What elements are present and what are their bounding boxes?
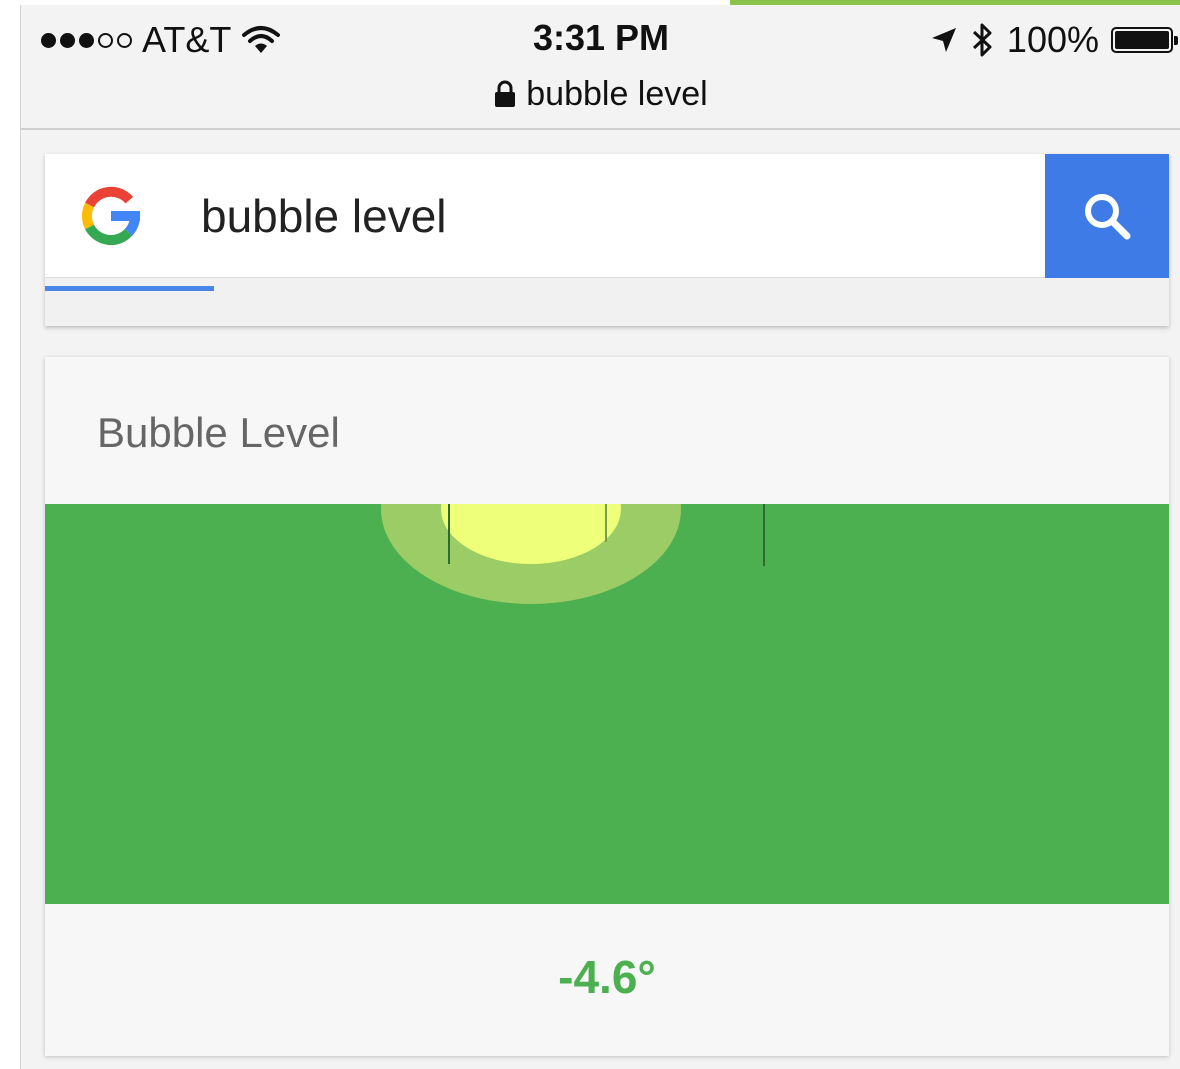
search-box [45, 154, 1169, 326]
bubble-level-card: Bubble Level -4.6° [45, 357, 1169, 1056]
widget-title: Bubble Level [97, 409, 340, 456]
battery-percent: 100% [1006, 19, 1099, 60]
page-load-progress [45, 286, 1169, 291]
battery-icon [1111, 27, 1178, 53]
page-load-progress-fill [45, 286, 214, 291]
search-button[interactable] [1045, 154, 1169, 278]
search-input[interactable] [201, 178, 1021, 254]
search-row [45, 154, 1169, 278]
status-right: 100% [929, 15, 1178, 65]
lock-icon [494, 80, 516, 108]
location-arrow-icon [929, 25, 959, 55]
angle-reading: -4.6° [558, 951, 656, 1003]
status-bar: AT&T 3:31 PM 100% [21, 5, 1180, 69]
level-graphic [381, 414, 765, 604]
battery-tip [1174, 36, 1178, 45]
toolbar-divider [21, 128, 1180, 130]
battery-fill [1115, 31, 1169, 49]
level-area [45, 414, 1169, 904]
bluetooth-icon [971, 22, 995, 58]
address-bar[interactable]: bubble level [21, 69, 1180, 119]
search-icon [1079, 188, 1135, 244]
phone-screen: AT&T 3:31 PM 100% bubble level bubble le… [20, 5, 1180, 1069]
url-text: bubble level [526, 74, 708, 113]
google-g-icon [81, 186, 141, 246]
